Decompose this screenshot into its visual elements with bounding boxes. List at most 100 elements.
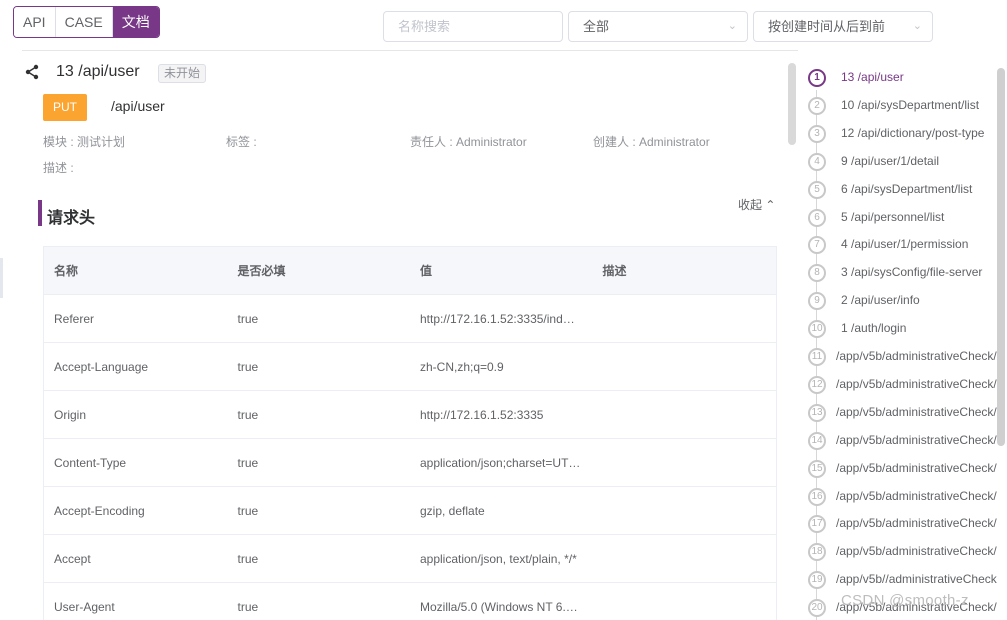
timeline-item[interactable]: 10 1 /auth/login (803, 319, 1007, 339)
table-row: Content-Type true application/json;chars… (44, 439, 776, 487)
timeline-item-label: /app/v5b/administrativeCheck/ (836, 432, 997, 447)
required-cell: true (237, 359, 259, 374)
collapse-label: 收起 (738, 198, 763, 212)
header-name-cell: Referer (54, 311, 95, 326)
owner-meta: 责任人 : Administrator (410, 135, 527, 149)
method-badge: PUT (43, 94, 87, 121)
tags-meta: 标签 : (226, 135, 257, 149)
divider (22, 50, 798, 51)
timeline-item-label: 10 /api/sysDepartment/list (841, 97, 980, 112)
timeline-item[interactable]: 2 10 /api/sysDepartment/list (803, 96, 1007, 116)
status-badge: 未开始 (158, 64, 207, 83)
header-name-cell: Accept (54, 551, 91, 566)
header-name-cell: Accept-Language (54, 359, 149, 374)
timeline-item[interactable]: 4 9 /api/user/1/detail (803, 152, 1007, 172)
timeline-step-number: 15 (808, 459, 826, 478)
timeline-step-number: 3 (808, 124, 826, 143)
section-accent-bar (38, 200, 42, 226)
timeline-step-number: 8 (808, 264, 826, 283)
timeline-step-number: 11 (808, 348, 826, 366)
timeline-item[interactable]: 8 3 /api/sysConfig/file-server (803, 263, 1007, 283)
api-timeline: 1 13 /api/user 2 10 /api/sysDepartment/list… (803, 66, 1007, 620)
timeline-step-number: 6 (808, 208, 826, 227)
timeline-item[interactable]: 19/app/v5b//administrativeCheck (803, 570, 1007, 590)
timeline-item[interactable]: 16/app/v5b/administrativeCheck/ (803, 487, 1007, 507)
timeline-item[interactable]: 12/app/v5b/administrativeCheck/ (803, 375, 1007, 395)
required-cell: true (237, 599, 259, 614)
required-cell: true (237, 455, 259, 470)
main-scrollbar-thumb[interactable] (788, 63, 796, 145)
filter-select-value: 全部 (583, 19, 610, 34)
watermark: CSDN @smooth-z (841, 592, 969, 609)
value-cell: gzip, deflate (419, 503, 485, 518)
table-row: Referer true http://172.16.1.52:3335/ind… (44, 295, 776, 343)
timeline-item[interactable]: 5 6 /api/sysDepartment/list (803, 180, 1007, 200)
timeline-item[interactable]: 18/app/v5b/administrativeCheck/ (803, 542, 1007, 562)
timeline-step-number: 1 (808, 69, 826, 87)
value-cell: application/json;charset=UT… (419, 455, 581, 470)
timeline-item-label: 12 /api/dictionary/post-type (841, 125, 985, 140)
header-name-cell: Origin (54, 407, 87, 422)
value-cell: zh-CN,zh;q=0.9 (419, 359, 504, 374)
filter-select[interactable]: 全部 ⌄ (568, 11, 748, 42)
tab-case[interactable]: CASE (55, 7, 113, 37)
timeline-item[interactable]: 9 2 /api/user/info (803, 291, 1007, 311)
tab-doc[interactable]: 文档 (112, 7, 159, 37)
timeline-item-label: 6 /api/sysDepartment/list (841, 181, 973, 196)
api-doc-page: API CASE 文档 全部 ⌄ 按创建时间从后到前 ⌄ 13 /api/use… (0, 0, 1007, 620)
required-cell: true (237, 503, 259, 518)
timeline-step-number: 18 (808, 543, 826, 562)
timeline-item[interactable]: 13/app/v5b/administrativeCheck/ (803, 403, 1007, 423)
timeline-item-label: 4 /api/user/1/permission (841, 237, 969, 252)
timeline-scrollbar-thumb[interactable] (997, 68, 1005, 446)
timeline-step-number: 5 (808, 180, 826, 199)
timeline-step-number: 13 (808, 403, 826, 422)
timeline-item-label: 2 /api/user/info (841, 293, 920, 308)
timeline-item-label: /app/v5b/administrativeCheck/ (836, 488, 997, 503)
tab-api[interactable]: API (14, 7, 56, 37)
timeline-item-label: 13 /api/user (841, 70, 904, 84)
timeline-item-label: 3 /api/sysConfig/file-server (841, 265, 983, 280)
timeline-item-label: 9 /api/user/1/detail (841, 153, 940, 168)
share-icon[interactable] (24, 64, 40, 80)
timeline-item-label: /app/v5b/administrativeCheck/ (836, 349, 997, 363)
timeline-step-number: 17 (808, 515, 826, 534)
timeline-item[interactable]: 3 12 /api/dictionary/post-type (803, 124, 1007, 144)
timeline-item[interactable]: 11/app/v5b/administrativeCheck/ (803, 347, 1007, 367)
timeline-item[interactable]: 6 5 /api/personnel/list (803, 208, 1007, 228)
table-header-row: 名称 是否必填 值 描述 (44, 247, 776, 295)
header-name-cell: User-Agent (54, 599, 115, 614)
table-row: Accept-Encoding true gzip, deflate (44, 487, 776, 535)
description-meta: 描述 : (43, 161, 74, 175)
main-scrollbar[interactable] (787, 62, 795, 618)
timeline-step-number: 2 (808, 96, 826, 115)
timeline-step-number: 14 (808, 431, 826, 450)
table-row: Origin true http://172.16.1.52:3335 (44, 391, 776, 439)
table-row: Accept-Language true zh-CN,zh;q=0.9 (44, 343, 776, 391)
name-search-input[interactable] (383, 11, 563, 42)
timeline-item-label: 1 /auth/login (841, 321, 907, 336)
api-path: /api/user (111, 98, 165, 114)
collapse-button[interactable]: 收起 ⌃ (738, 196, 775, 213)
required-cell: true (237, 407, 259, 422)
timeline-step-number: 9 (808, 292, 826, 311)
timeline-item-label: /app/v5b/administrativeCheck/ (836, 516, 997, 531)
sort-select-value: 按创建时间从后到前 (768, 19, 886, 34)
timeline-item[interactable]: 17/app/v5b/administrativeCheck/ (803, 514, 1007, 534)
timeline-item[interactable]: 14/app/v5b/administrativeCheck/ (803, 431, 1007, 451)
sort-select[interactable]: 按创建时间从后到前 ⌄ (753, 11, 933, 42)
column-header-value: 值 (419, 264, 432, 278)
module-meta: 模块 : 测试计划 (43, 135, 126, 149)
header-name-cell: Content-Type (54, 455, 127, 470)
timeline-step-number: 12 (808, 375, 826, 394)
timeline-item[interactable]: 7 4 /api/user/1/permission (803, 235, 1007, 255)
chevron-down-icon: ⌄ (727, 20, 737, 32)
left-edge-handle (0, 258, 3, 298)
timeline-item-label: /app/v5b/administrativeCheck/ (836, 376, 997, 391)
section-title: 请求头 (47, 210, 96, 227)
timeline-item[interactable]: 15/app/v5b/administrativeCheck/ (803, 459, 1007, 479)
timeline-item[interactable]: 1 13 /api/user (803, 68, 1007, 88)
column-header-name: 名称 (54, 264, 79, 278)
timeline-step-number: 16 (808, 487, 826, 506)
timeline-step-number: 20 (808, 599, 826, 618)
